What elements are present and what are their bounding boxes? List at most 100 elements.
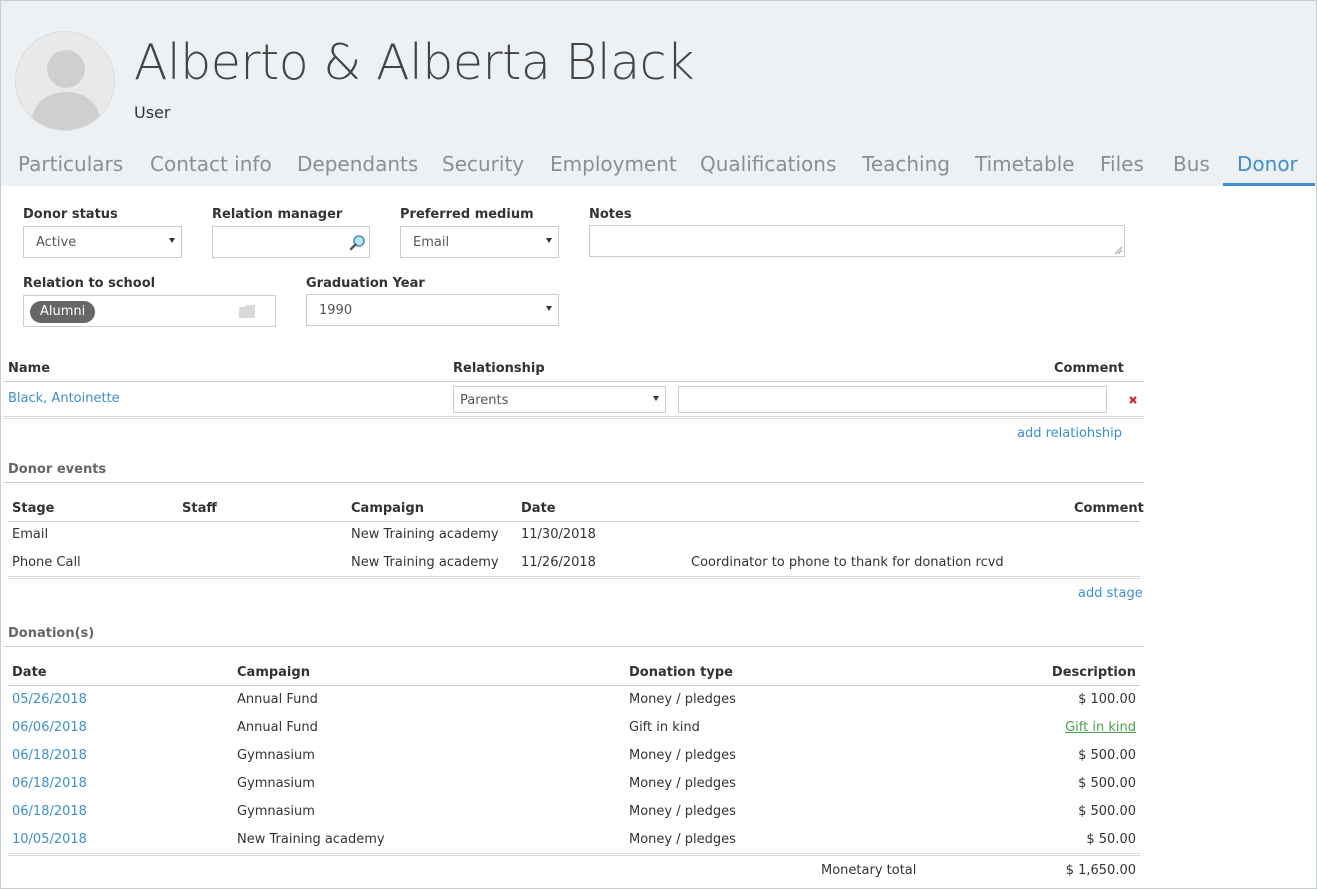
donation-type: Money / pledges (629, 776, 736, 791)
tab-contact-info[interactable]: Contact info (150, 152, 272, 176)
divider (4, 416, 1144, 419)
event-campaign: New Training academy (351, 555, 499, 570)
avatar[interactable] (15, 31, 115, 131)
relationships-header-name: Name (8, 361, 51, 376)
donor-events-title: Donor events (8, 462, 107, 477)
donor-status-label: Donor status (23, 207, 118, 222)
donation-campaign: Gymnasium (237, 804, 315, 819)
donation-date-link[interactable]: 06/18/2018 (12, 804, 87, 819)
divider (8, 576, 1140, 579)
active-tab-indicator (1223, 183, 1315, 186)
donation-description: $ 100.00 (1078, 692, 1136, 707)
graduation-year-label: Graduation Year (306, 276, 425, 291)
donations-header-campaign: Campaign (237, 665, 310, 680)
donation-type: Gift in kind (629, 720, 700, 735)
tab-bus[interactable]: Bus (1173, 152, 1210, 176)
donation-campaign: Gymnasium (237, 776, 315, 791)
tab-employment[interactable]: Employment (550, 152, 677, 176)
donation-description-cell: Gift in kind (936, 720, 1136, 735)
tab-donor[interactable]: Donor (1237, 152, 1298, 176)
relationships-header-relationship: Relationship (453, 361, 545, 376)
gift-in-kind-link[interactable]: Gift in kind (1065, 720, 1136, 735)
delete-icon[interactable] (1129, 396, 1137, 404)
donation-type: Money / pledges (629, 748, 736, 763)
relation-to-school-input[interactable]: Alumni (23, 295, 276, 327)
donation-date-link[interactable]: 06/06/2018 (12, 720, 87, 735)
relationship-type-value: Parents (460, 393, 509, 408)
event-campaign: New Training academy (351, 527, 499, 542)
donation-description: $ 50.00 (1086, 832, 1136, 847)
donation-date-link[interactable]: 06/18/2018 (12, 776, 87, 791)
donor-status-select[interactable]: Active (23, 226, 182, 258)
relation-to-school-label: Relation to school (23, 276, 156, 291)
chevron-down-icon (653, 396, 659, 401)
divider (8, 853, 1140, 856)
relationships-header-comment: Comment (1054, 361, 1124, 376)
divider (4, 381, 1144, 382)
page-subtitle: User (134, 103, 171, 122)
donation-campaign: Annual Fund (237, 720, 318, 735)
notes-label: Notes (589, 207, 632, 222)
donations-header-date: Date (12, 665, 47, 680)
donations-title: Donation(s) (8, 626, 95, 641)
chevron-down-icon (546, 306, 552, 311)
relation-manager-input[interactable] (212, 226, 370, 258)
relationship-name-link[interactable]: Black, Antoinette (8, 391, 120, 406)
donation-type: Money / pledges (629, 804, 736, 819)
tab-bar: Particulars Contact info Dependants Secu… (1, 146, 1316, 186)
donation-campaign: Annual Fund (237, 692, 318, 707)
relation-manager-label: Relation manager (212, 207, 343, 222)
tab-timetable[interactable]: Timetable (975, 152, 1075, 176)
chevron-down-icon (169, 238, 175, 243)
preferred-medium-label: Preferred medium (400, 207, 534, 222)
tab-qualifications[interactable]: Qualifications (700, 152, 836, 176)
events-header-date: Date (521, 501, 556, 516)
event-stage: Phone Call (12, 555, 81, 570)
search-icon[interactable] (349, 234, 366, 251)
divider (8, 685, 1140, 686)
event-date: 11/30/2018 (521, 527, 596, 542)
events-header-campaign: Campaign (351, 501, 424, 516)
donations-header-type: Donation type (629, 665, 733, 680)
donation-type: Money / pledges (629, 832, 736, 847)
divider (4, 646, 1144, 647)
donation-date-link[interactable]: 10/05/2018 (12, 832, 87, 847)
donation-campaign: Gymnasium (237, 748, 315, 763)
add-relationship-link[interactable]: add relatiohship (1017, 426, 1122, 441)
events-header-staff: Staff (182, 501, 217, 516)
donation-description: $ 500.00 (1078, 776, 1136, 791)
monetary-total-label: Monetary total (821, 863, 917, 878)
donation-type: Money / pledges (629, 692, 736, 707)
tab-teaching[interactable]: Teaching (862, 152, 950, 176)
add-stage-link[interactable]: add stage (1078, 586, 1143, 601)
user-silhouette-icon (30, 50, 102, 130)
preferred-medium-select[interactable]: Email (400, 226, 559, 258)
donation-date-link[interactable]: 06/18/2018 (12, 748, 87, 763)
relationship-type-select[interactable]: Parents (453, 386, 666, 413)
donations-header-description: Description (1051, 665, 1136, 680)
donation-date-link[interactable]: 05/26/2018 (12, 692, 87, 707)
divider (4, 482, 1144, 483)
preferred-medium-value: Email (413, 235, 450, 250)
notes-textarea[interactable] (589, 225, 1125, 257)
events-header-comment: Comment (1074, 501, 1144, 516)
tab-files[interactable]: Files (1100, 152, 1144, 176)
event-date: 11/26/2018 (521, 555, 596, 570)
donor-status-value: Active (36, 235, 77, 250)
tab-security[interactable]: Security (442, 152, 524, 176)
alumni-tag[interactable]: Alumni (30, 301, 96, 323)
tab-dependants[interactable]: Dependants (297, 152, 418, 176)
divider (8, 521, 1140, 522)
donation-description: $ 500.00 (1078, 804, 1136, 819)
graduation-year-value: 1990 (319, 303, 353, 318)
event-comment: Coordinator to phone to thank for donati… (691, 555, 1004, 570)
donation-description: $ 500.00 (1078, 748, 1136, 763)
donation-campaign: New Training academy (237, 832, 385, 847)
folder-icon[interactable] (239, 305, 255, 318)
graduation-year-select[interactable]: 1990 (306, 294, 559, 326)
relationship-comment-input[interactable] (678, 386, 1107, 413)
resize-handle-icon[interactable] (1114, 246, 1122, 254)
chevron-down-icon (546, 238, 552, 243)
event-stage: Email (12, 527, 49, 542)
tab-particulars[interactable]: Particulars (18, 152, 123, 176)
